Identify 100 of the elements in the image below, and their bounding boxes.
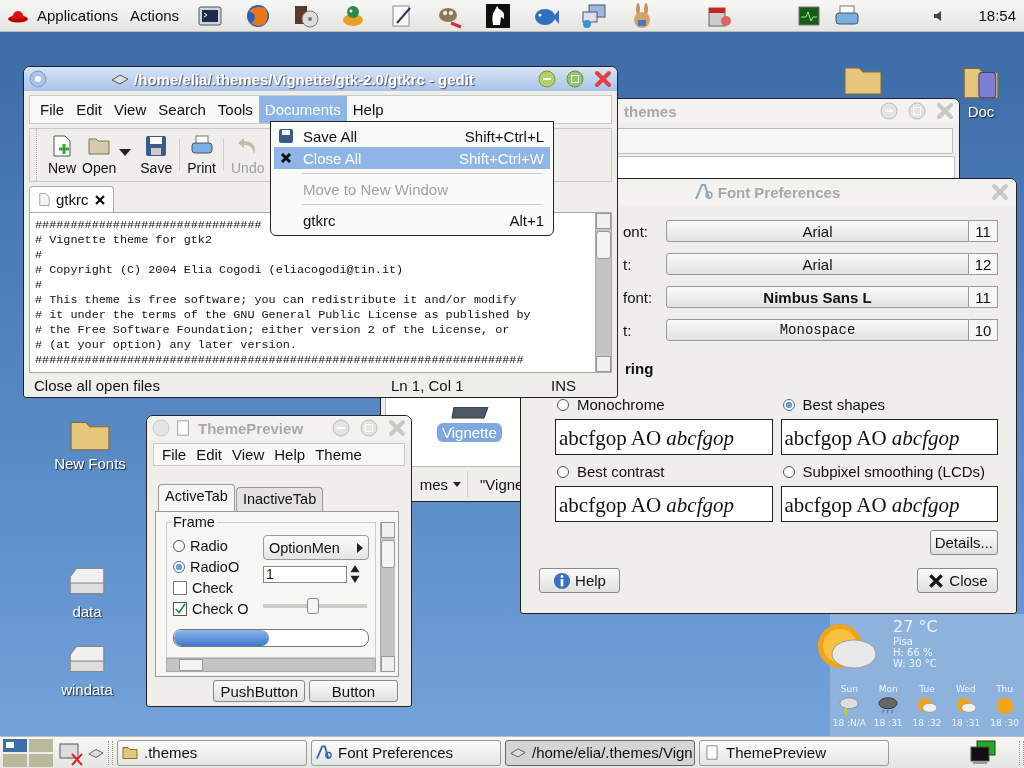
font-button[interactable]: Arial [666, 253, 969, 275]
new-file-icon [50, 134, 74, 158]
radio-button[interactable] [557, 465, 569, 478]
wind: W: 30 °C [893, 658, 938, 669]
temperature-range: 18 :31 [873, 718, 903, 728]
toggle-option[interactable]: Check [173, 577, 263, 598]
menu-item[interactable]: View [228, 444, 271, 465]
code-line: # Vignette theme for gtk2 [35, 233, 212, 248]
toggle-option[interactable]: Check O [173, 598, 263, 619]
radio-button[interactable] [173, 539, 185, 552]
toolbar-button[interactable]: Print [184, 129, 219, 181]
details-button[interactable]: Details... [929, 530, 998, 555]
arrow-icon [357, 542, 363, 553]
checkbox[interactable] [173, 580, 187, 595]
city: Pisa [893, 636, 914, 647]
menu-item[interactable]: Search [152, 96, 212, 123]
vertical-scrollbar[interactable] [380, 522, 395, 672]
menu-item[interactable]: File [34, 96, 71, 123]
menu-item[interactable]: Tools [211, 96, 259, 123]
workspace-switcher-icon[interactable] [2, 738, 54, 767]
push-button[interactable]: PushButton [213, 680, 305, 702]
radio-option[interactable]: Subpixel smoothing (LCDs) [780, 463, 998, 480]
document-tab[interactable]: gtkrc [29, 186, 114, 212]
caret-icon[interactable] [119, 148, 132, 156]
hat-icon[interactable] [7, 8, 29, 23]
menu-item[interactable]: Help [346, 96, 390, 123]
menu-item[interactable]: gtkrc Alt+1 [274, 209, 550, 231]
page-icon [38, 192, 50, 207]
maximize-button[interactable] [566, 70, 584, 88]
desktop-icon-label[interactable]: New Fonts [54, 455, 126, 472]
humidity: H: 66 % [893, 647, 934, 658]
toolbar-button[interactable]: Open [79, 129, 120, 181]
close-icon [927, 571, 946, 590]
task-button[interactable]: Font Preferences [311, 739, 501, 766]
menu-item[interactable]: View [108, 96, 153, 123]
temperature-range: 18 :31 [951, 718, 981, 728]
font-label: font: [622, 287, 654, 308]
font-sample: abcfgop AO abcfgop [780, 419, 998, 455]
code-line: ################################ [35, 218, 262, 233]
task-button[interactable]: /home/elia/.themes/Vign [505, 739, 695, 766]
option-label[interactable]: Best contrast [577, 463, 665, 480]
vertical-scrollbar[interactable] [595, 213, 611, 372]
clock[interactable]: 18:54 [978, 7, 1016, 24]
font-button[interactable]: Monospace [666, 319, 969, 341]
option-label[interactable]: Monochrome [577, 396, 665, 413]
network-computers-icon[interactable] [969, 739, 997, 766]
tab[interactable]: InactiveTab [235, 487, 324, 511]
radio-button[interactable] [782, 398, 795, 411]
code-line: ##################################################################### [35, 353, 524, 368]
folder-icon[interactable] [449, 407, 491, 419]
toolbar-button[interactable]: Save [137, 129, 176, 181]
menu-item[interactable]: Edit [192, 444, 229, 465]
toggle-option[interactable]: Radio [173, 535, 263, 556]
radio-button[interactable] [173, 560, 185, 573]
toolbar-button[interactable]: New [45, 129, 79, 181]
status-message: Close all open files [34, 376, 161, 394]
option-menu[interactable]: OptionMen [263, 535, 369, 560]
desktop-icon-label[interactable]: Doc [967, 103, 995, 120]
font-button[interactable]: Nimbus Sans L [666, 286, 969, 308]
checkbox[interactable] [173, 601, 187, 616]
task-button[interactable]: ThemePreview [699, 739, 889, 766]
info-icon [553, 571, 572, 590]
toggle-option[interactable]: RadioO [173, 556, 263, 577]
menu-item[interactable]: File [158, 444, 193, 465]
path-button[interactable]: mes [415, 471, 468, 497]
panel-menu[interactable]: Applications [37, 7, 118, 24]
spin-field[interactable]: 1 [263, 565, 347, 583]
globe-icon[interactable] [245, 2, 272, 29]
push-button[interactable]: Button [309, 680, 398, 702]
section-heading: ring [625, 360, 655, 379]
help-button[interactable]: Help [539, 568, 620, 593]
horse-icon[interactable] [485, 2, 512, 29]
code-line: # the Free Software Foundation; either version 2 of the License, or [35, 323, 510, 338]
radio-option[interactable]: Best shapes [780, 396, 998, 413]
screens-icon[interactable] [581, 2, 608, 29]
radio-button[interactable] [782, 465, 795, 478]
code-line: # it under the terms of the GNU General Public License as published by [35, 308, 531, 323]
spin-arrows-icon[interactable] [349, 564, 361, 584]
tab[interactable]: ActiveTab [158, 484, 235, 511]
option-label[interactable]: Subpixel smoothing (LCDs) [802, 463, 986, 480]
menu-item[interactable]: Save All Shift+Ctrl+L [274, 125, 550, 147]
font-button[interactable]: Arial [666, 220, 969, 242]
radio-button[interactable] [557, 398, 569, 411]
option-label[interactable]: Best shapes [802, 396, 886, 413]
day-name: Tue [919, 684, 935, 694]
text-editor[interactable] [29, 212, 612, 373]
close-button[interactable]: Close [917, 568, 998, 593]
menu-item[interactable]: Edit [70, 96, 109, 123]
menu-item[interactable]: Help [270, 444, 312, 465]
menu-item[interactable]: Theme [311, 444, 368, 465]
window-menu-button[interactable] [29, 70, 47, 88]
day-name: Thu [996, 684, 1014, 694]
panel-menu[interactable]: Actions [129, 7, 180, 24]
radio-option[interactable]: Best contrast [555, 463, 773, 480]
close-icon[interactable] [94, 194, 105, 205]
task-button[interactable]: .themes [117, 739, 307, 766]
slider-thumb[interactable] [306, 598, 319, 614]
close-button[interactable] [594, 70, 612, 88]
minimize-button[interactable] [538, 70, 556, 88]
horizontal-scrollbar[interactable] [166, 658, 376, 672]
